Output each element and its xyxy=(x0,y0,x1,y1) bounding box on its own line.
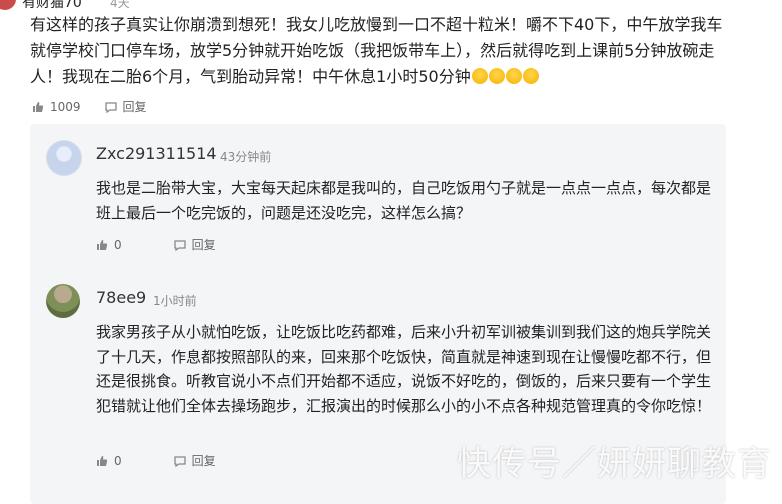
laughing-tears-icon xyxy=(505,67,522,84)
like-button[interactable]: 1009 xyxy=(32,100,81,114)
reply-label: 回复 xyxy=(191,238,216,252)
like-count: 1009 xyxy=(50,99,81,114)
reply-actions: 0 回复 xyxy=(96,452,240,469)
reply-label: 回复 xyxy=(122,100,147,114)
avatar[interactable] xyxy=(46,284,80,318)
comment-text: 有这样的孩子真实让你崩溃到想死！我女儿吃放慢到一口不超十粒米！嚼不下40下，中午… xyxy=(30,12,730,91)
avatar[interactable] xyxy=(46,140,82,176)
commenter-name[interactable]: 78ee9 xyxy=(96,288,146,307)
like-count: 0 xyxy=(114,237,122,252)
comment-time: 43分钟前 xyxy=(220,150,272,164)
like-button[interactable]: 0 xyxy=(96,238,122,252)
like-button[interactable]: 0 xyxy=(96,454,122,468)
reply-label: 回复 xyxy=(191,454,216,468)
previous-comment-header: 有财猫70 4天 xyxy=(0,0,782,10)
reply-actions: 0 回复 xyxy=(96,236,240,253)
thumbs-up-icon xyxy=(97,455,108,466)
reply-text: 我家男孩子从小就怕吃饭，让吃饭比吃药都难，后来小升初军训被集训到我们这的炮兵学院… xyxy=(96,323,712,415)
comment-time: 4天 xyxy=(110,0,130,10)
comment-icon xyxy=(173,455,186,467)
laughing-tears-icon xyxy=(522,67,539,84)
commenter-name[interactable]: 有财猫70 xyxy=(22,0,82,10)
thumbs-up-icon xyxy=(33,101,44,112)
comment-time: 1小时前 xyxy=(153,294,197,308)
reply-item: Zxc291311514 43分钟前 我也是二胎带大宝，大宝每天起床都是我叫的，… xyxy=(46,140,716,253)
laughing-tears-icon xyxy=(488,67,505,84)
reply-text: 我也是二胎带大宝，大宝每天起床都是我叫的，自己吃饭用勺子就是一点点一点点，每次都… xyxy=(96,179,712,222)
avatar[interactable] xyxy=(0,0,16,10)
comment-icon xyxy=(173,239,186,251)
reply-button[interactable]: 回复 xyxy=(104,98,147,115)
comment-icon xyxy=(104,101,117,113)
reply-button[interactable]: 回复 xyxy=(173,236,216,253)
comment-actions: 1009 回复 xyxy=(32,98,171,115)
watermark: 快传号／妍妍聊教育 xyxy=(457,444,772,484)
reply-button[interactable]: 回复 xyxy=(173,452,216,469)
thumbs-up-icon xyxy=(97,239,108,250)
like-count: 0 xyxy=(114,453,122,468)
commenter-name[interactable]: Zxc291311514 xyxy=(96,144,217,163)
laughing-tears-icon xyxy=(471,67,488,84)
emoji-group xyxy=(471,65,539,91)
